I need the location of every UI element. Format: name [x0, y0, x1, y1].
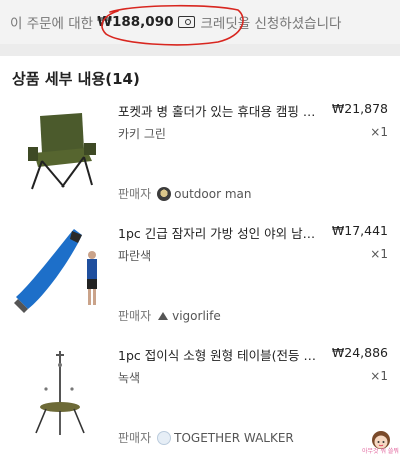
- item-option: 녹색: [118, 371, 141, 385]
- credit-banner: 이 주문에 대한 ₩188,090 크레딧을 신청하셨습니다: [0, 0, 400, 44]
- camping-chair-image[interactable]: [12, 101, 107, 196]
- item-option: 파란색: [118, 249, 152, 263]
- seller-logo-icon: [157, 186, 172, 201]
- item-quantity: ×1: [370, 247, 388, 261]
- won-bill-icon: [177, 16, 195, 28]
- seller-label: 판매자: [118, 309, 152, 323]
- order-item[interactable]: 포켓과 병 홀더가 있는 휴대용 캠핑 의자 ₩21,878 카키 그린 ×1 …: [0, 99, 400, 219]
- seller-logo-icon: [157, 430, 172, 445]
- item-title[interactable]: 포켓과 병 홀더가 있는 휴대용 캠핑 의자: [118, 101, 323, 120]
- seller-label: 판매자: [118, 431, 152, 445]
- banner-suffix: 크레딧을 신청하셨습니다: [200, 16, 342, 32]
- banner-prefix: 이 주문에 대한: [10, 16, 94, 32]
- order-item[interactable]: 1pc 긴급 잠자리 가방 성인 야외 남성 침낭 ₩17,441 파란색 ×1…: [0, 221, 400, 341]
- seller-row[interactable]: 판매자 TOGETHER WALKER: [118, 429, 294, 446]
- item-quantity: ×1: [370, 369, 388, 383]
- seller-row[interactable]: 판매자 outdoor man: [118, 185, 251, 202]
- seller-logo-icon: [157, 309, 169, 323]
- sleeping-bag-image[interactable]: [12, 223, 107, 318]
- item-quantity: ×1: [370, 125, 388, 139]
- seller-name[interactable]: TOGETHER WALKER: [174, 431, 294, 445]
- item-price: ₩24,886: [331, 345, 388, 360]
- order-item[interactable]: 1pc 접이식 소형 원형 테이블(전등 거치대) ₩24,886 녹색 ×1 …: [0, 343, 400, 455]
- watermark-label: 아무것 뭐 쓸뭐: [362, 448, 399, 455]
- item-title[interactable]: 1pc 긴급 잠자리 가방 성인 야외 남성 침낭: [118, 223, 323, 242]
- item-price: ₩21,878: [331, 101, 388, 116]
- order-detail-panel: 상품 세부 내용(14) 포켓과 병 홀더가 있는 휴대용 캠핑 의자 ₩21,…: [0, 56, 400, 455]
- seller-row[interactable]: 판매자 vigorlife: [118, 307, 221, 324]
- folding-table-image[interactable]: [12, 345, 107, 440]
- seller-name[interactable]: vigorlife: [172, 309, 221, 323]
- item-price: ₩17,441: [331, 223, 388, 238]
- item-title[interactable]: 1pc 접이식 소형 원형 테이블(전등 거치대): [118, 345, 323, 364]
- seller-label: 판매자: [118, 187, 152, 201]
- seller-name[interactable]: outdoor man: [174, 187, 251, 201]
- item-option: 카키 그린: [118, 127, 166, 141]
- section-title: 상품 세부 내용(14): [12, 70, 140, 88]
- credit-amount: ₩188,090: [97, 14, 174, 30]
